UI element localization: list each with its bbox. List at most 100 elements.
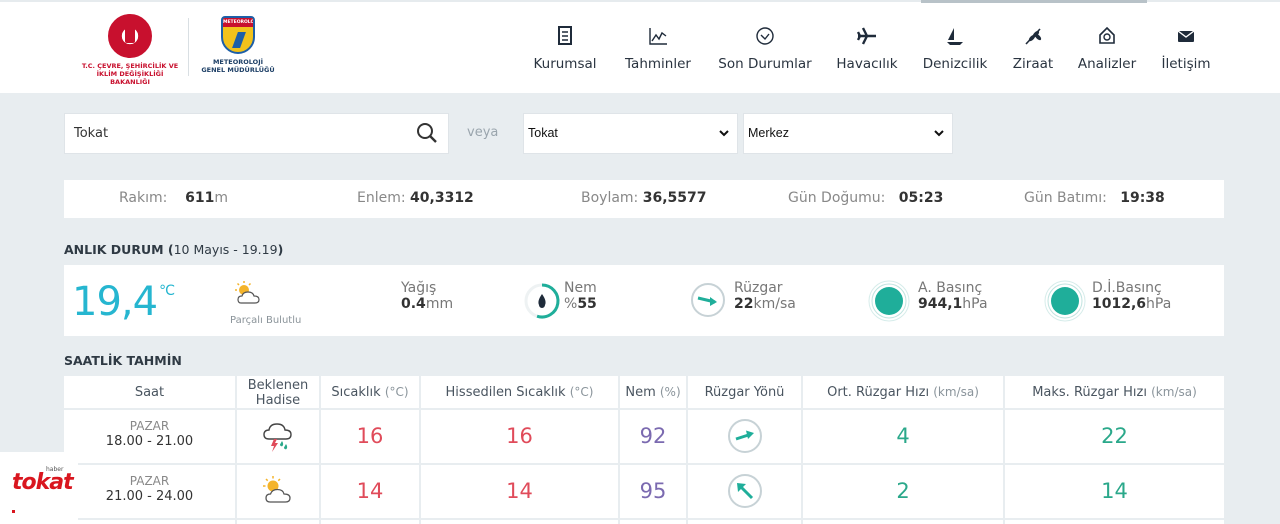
table-header-row: Saat Beklenen Hadise Sıcaklık (°C) Hissed… xyxy=(64,376,1224,408)
nav-label: Ziraat xyxy=(1012,56,1054,72)
col-header-feels: Hissedilen Sıcaklık (°C) xyxy=(421,376,618,408)
nav-ziraat[interactable]: Ziraat xyxy=(1008,26,1058,76)
sea-pressure-block: D.İ.Basınç 1012,6hPa xyxy=(1092,280,1172,312)
row-time: PAZAR 18.00 - 21.00 xyxy=(64,410,235,463)
search-icon[interactable] xyxy=(416,122,438,144)
nav-label: Kurumsal xyxy=(533,56,597,72)
col-header-event: Beklenen Hadise xyxy=(237,376,319,408)
nav-label: Denizcilik xyxy=(922,56,988,72)
current-temperature: 19,4 °C xyxy=(72,279,175,325)
district-selected-value: Merkez xyxy=(748,126,789,140)
col-header-avg-wind: Ort. Rüzgar Hızı (km/sa) xyxy=(803,376,1003,408)
row-temp: 16 xyxy=(321,410,419,463)
col-header-max-wind: Maks. Rüzgar Hızı (km/sa) xyxy=(1005,376,1224,408)
east-northeast-arrow-icon xyxy=(727,419,762,453)
row-event xyxy=(237,465,319,518)
row-max-wind: 22 xyxy=(1005,410,1224,463)
sailboat-icon xyxy=(920,26,990,48)
mgm-shield-icon: METEOROLOJI xyxy=(221,16,255,54)
row-wind-dir xyxy=(688,465,801,518)
active-nav-indicator xyxy=(921,0,1147,3)
row-humidity: 95 xyxy=(620,465,686,518)
hourly-forecast-title: SAATLİK TAHMİN xyxy=(64,353,182,368)
nav-son-durumlar[interactable]: Son Durumlar xyxy=(716,26,814,76)
analysis-icon xyxy=(1074,26,1140,48)
northwest-arrow-icon xyxy=(727,474,762,508)
ministry-name-line1: T.C. ÇEVRE, ŞEHİRCİLİK VE xyxy=(81,62,179,70)
row-wind-dir xyxy=(688,410,801,463)
watermark-brand-text: tokat xyxy=(12,470,74,495)
district-select[interactable]: Merkez xyxy=(743,113,953,154)
ministry-seal-icon xyxy=(108,14,152,58)
current-condition-label: Parçalı Bulutlu xyxy=(230,315,302,326)
precipitation-block: Yağış 0.4mm xyxy=(401,280,454,312)
search-value: Tokat xyxy=(74,126,109,141)
pressure-gauge-icon xyxy=(868,280,910,322)
mgm-badge-text: METEOROLOJI xyxy=(223,18,255,27)
thunderstorm-icon xyxy=(263,423,292,452)
nav-denizcilik[interactable]: Denizcilik xyxy=(920,26,990,76)
row-time: PAZAR 21.00 - 24.00 xyxy=(64,465,235,518)
check-circle-icon xyxy=(716,26,814,48)
sea-pressure-gauge-icon xyxy=(1044,280,1086,322)
nav-iletisim[interactable]: İletişim xyxy=(1158,26,1214,76)
pressure-block: A. Basınç 944,1hPa xyxy=(918,280,988,312)
sunrise-info: Gün Doğumu: 05:23 xyxy=(788,190,944,206)
col-header-humidity: Nem (%) xyxy=(620,376,686,408)
col-header-temp: Sıcaklık (°C) xyxy=(321,376,419,408)
mail-icon xyxy=(1158,26,1214,48)
province-selected-value: Tokat xyxy=(528,126,558,140)
tokat-haber-watermark: haber tokat xyxy=(0,452,78,524)
row-feels: 14 xyxy=(421,465,618,518)
mgm-name-line2: GENEL MÜDÜRLÜĞÜ xyxy=(201,66,275,74)
humidity-block: Nem %55 xyxy=(564,280,597,312)
current-conditions-panel: 19,4 °C Parçalı Bulutlu Yağış 0.4mm Nem %… xyxy=(64,265,1224,336)
ministry-name-line2: İKLİM DEĞİŞİKLİĞİ BAKANLIĞI xyxy=(96,70,164,86)
row-avg-wind: 2 xyxy=(803,465,1003,518)
row-avg-wind: 4 xyxy=(803,410,1003,463)
latitude-info: Enlem: 40,3312 xyxy=(357,190,474,206)
location-search-input[interactable]: Tokat xyxy=(64,113,449,154)
row-temp: 14 xyxy=(321,465,419,518)
nav-label: Son Durumlar xyxy=(718,56,812,72)
current-conditions-title: ANLIK DURUM (10 Mayıs - 19.19) xyxy=(64,242,284,257)
location-info-bar: Rakım: 611m Enlem: 40,3312 Boylam: 36,55… xyxy=(64,180,1224,218)
province-select[interactable]: Tokat xyxy=(523,113,738,154)
site-header: T.C. ÇEVRE, ŞEHİRCİLİK VE İKLİM DEĞİŞİKL… xyxy=(0,0,1280,93)
sunset-info: Gün Batımı: 19:38 xyxy=(1024,190,1165,206)
chart-icon xyxy=(620,26,696,48)
col-header-wind-dir: Rüzgar Yönü xyxy=(688,376,801,408)
table-row: PAZAR 18.00 - 21.00 16 16 92 4 22 xyxy=(64,410,1224,463)
nav-label: Analizler xyxy=(1077,56,1137,72)
nav-havacilik[interactable]: Havacılık xyxy=(834,26,900,76)
table-row: PAZAR 21.00 - 24.00 14 14 95 2 14 xyxy=(64,465,1224,518)
logo-divider xyxy=(188,18,189,76)
col-header-time: Saat xyxy=(64,376,235,408)
table-row xyxy=(64,520,1224,524)
row-humidity: 92 xyxy=(620,410,686,463)
or-label: veya xyxy=(467,125,499,140)
nav-kurumsal[interactable]: Kurumsal xyxy=(528,26,602,76)
ministry-logo[interactable]: T.C. ÇEVRE, ŞEHİRCİLİK VE İKLİM DEĞİŞİKL… xyxy=(80,14,180,86)
plane-icon xyxy=(834,26,900,48)
altitude-info: Rakım: 611m xyxy=(119,190,229,206)
partly-cloudy-icon xyxy=(263,476,291,503)
longitude-info: Boylam: 36,5577 xyxy=(581,190,707,206)
nav-label: Tahminler xyxy=(625,56,691,72)
nav-tahminler[interactable]: Tahminler xyxy=(620,26,696,76)
nav-label: Havacılık xyxy=(836,56,898,72)
row-feels: 16 xyxy=(421,410,618,463)
mgm-name-line1: METEOROLOJİ xyxy=(212,58,264,66)
nav-analizler[interactable]: Analizler xyxy=(1074,26,1140,76)
nav-label: İletişim xyxy=(1161,56,1211,72)
chevron-down-icon xyxy=(934,130,944,137)
row-max-wind: 14 xyxy=(1005,465,1224,518)
mgm-logo[interactable]: METEOROLOJI METEOROLOJİ GENEL MÜDÜRLÜĞÜ xyxy=(196,16,280,74)
humidity-gauge-icon xyxy=(524,283,560,319)
partly-cloudy-icon xyxy=(235,281,260,304)
building-icon xyxy=(528,26,602,48)
row-event xyxy=(237,410,319,463)
chevron-down-icon xyxy=(719,130,729,137)
wheat-icon xyxy=(1008,26,1058,48)
wind-block: Rüzgar 22km/sa xyxy=(734,280,796,312)
